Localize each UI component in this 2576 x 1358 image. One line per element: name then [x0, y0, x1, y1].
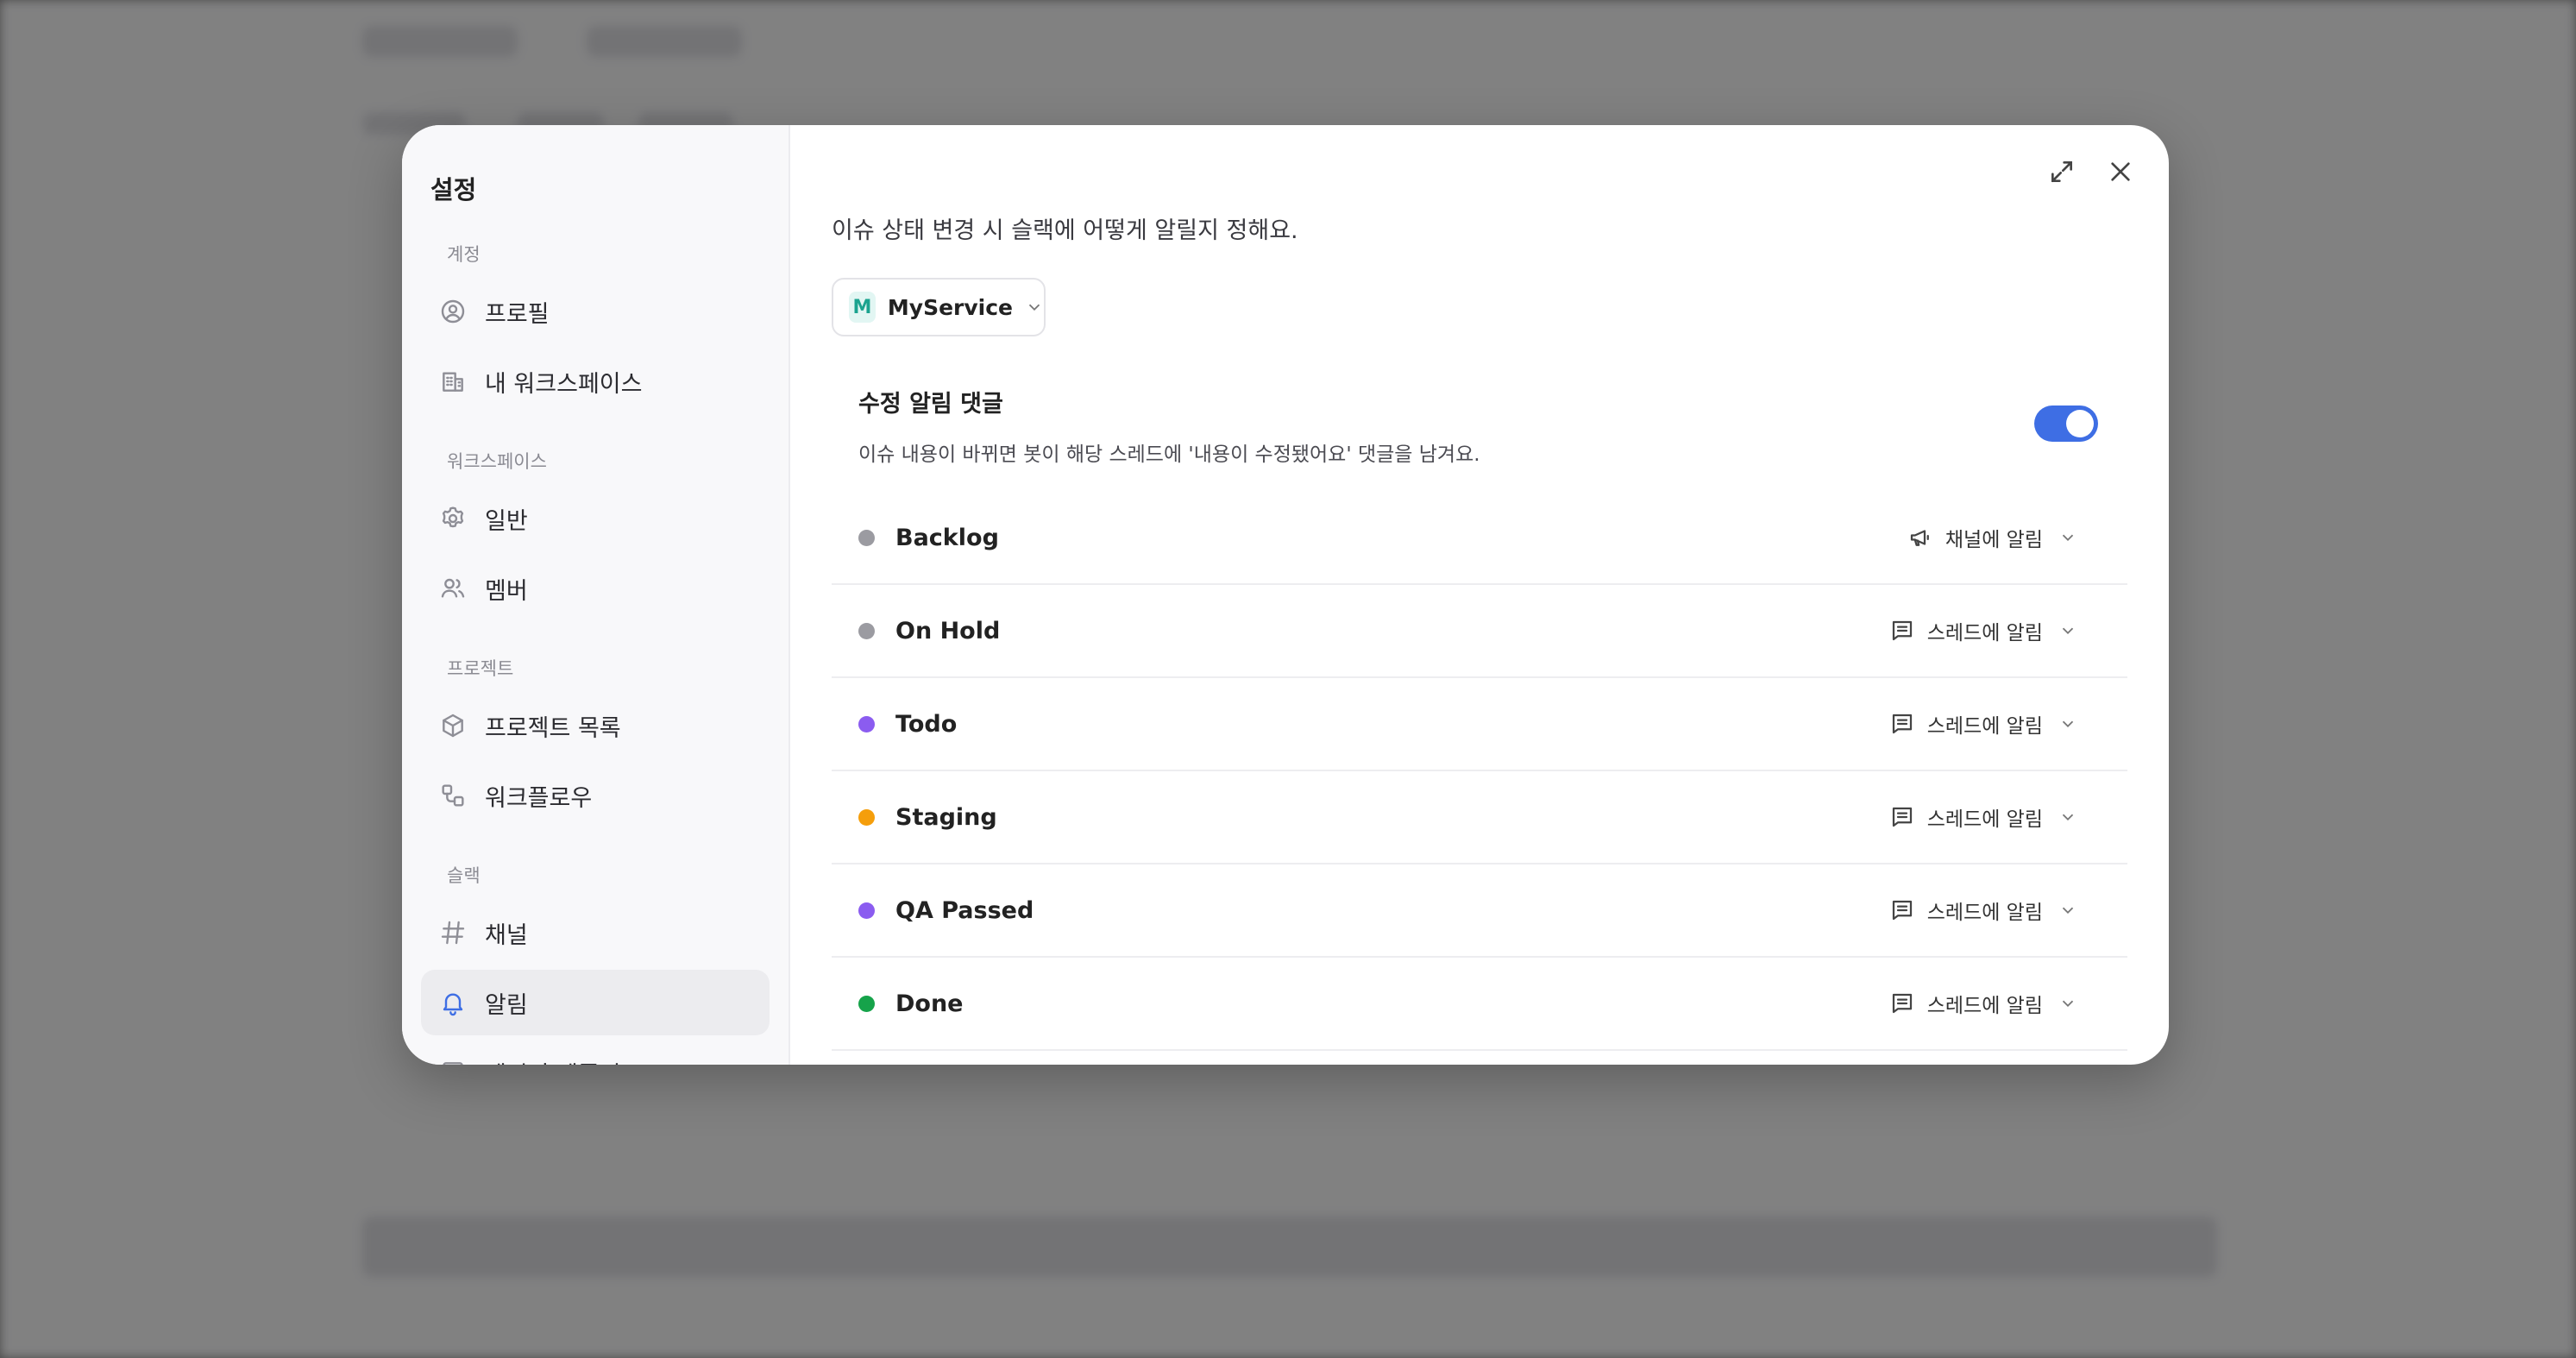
message-icon [1889, 618, 1915, 644]
notify-dropdown[interactable]: 스레드에 알림 [1889, 989, 2077, 1018]
status-row-backlog: Backlog 채널에 알림 [832, 492, 2127, 585]
notify-label: 스레드에 알림 [1926, 715, 2043, 738]
page-description: 이슈 상태 변경 시 슬랙에 어떻게 알릴지 정해요. [832, 217, 1298, 244]
bell-icon [438, 988, 468, 1017]
sidebar-item-label: 알림 [485, 991, 528, 1019]
notify-dropdown[interactable]: 스레드에 알림 [1889, 802, 2077, 832]
notify-label: 스레드에 알림 [1926, 622, 2043, 644]
message-icon [1889, 711, 1915, 737]
status-name: QA Passed [895, 896, 1034, 924]
status-row-todo: Todo 스레드에 알림 [832, 678, 2127, 771]
sidebar-item-profile[interactable]: 프로필 [421, 279, 770, 344]
sidebar-item-members[interactable]: 멤버 [421, 556, 770, 621]
section-label-workspace: 워크스페이스 [447, 451, 547, 472]
sidebar-item-my-workspace[interactable]: 내 워크스페이스 [421, 349, 770, 414]
edit-comment-toggle[interactable] [2034, 406, 2098, 442]
sidebar-item-label: 워크플로우 [485, 784, 593, 812]
building-icon [438, 367, 468, 396]
chevron-down-icon [2058, 808, 2077, 827]
expand-button[interactable] [2045, 154, 2079, 189]
status-name: On Hold [895, 617, 1001, 644]
service-dropdown[interactable]: M MyService [832, 278, 1046, 336]
notify-dropdown[interactable]: 스레드에 알림 [1889, 709, 2077, 739]
user-circle-icon [438, 297, 468, 326]
sidebar-item-message-template[interactable]: 메시지 템플릿 [421, 1040, 770, 1065]
notify-dropdown[interactable]: 채널에 알림 [1907, 523, 2077, 552]
chevron-down-icon [2058, 528, 2077, 547]
message-icon [1889, 990, 1915, 1016]
settings-content: 이슈 상태 변경 시 슬랙에 어떻게 알릴지 정해요. M MyService … [790, 125, 2169, 1065]
status-dot [858, 622, 875, 639]
notify-dropdown[interactable]: 스레드에 알림 [1889, 896, 2077, 925]
users-icon [438, 574, 468, 603]
status-dot [858, 529, 875, 546]
edit-comment-description: 이슈 내용이 바뀌면 봇이 해당 스레드에 '내용이 수정됐어요' 댓글을 남겨… [858, 443, 1480, 466]
sidebar-item-channel[interactable]: 채널 [421, 900, 770, 965]
status-row-staging: Staging 스레드에 알림 [832, 771, 2127, 864]
sidebar-item-project-list[interactable]: 프로젝트 목록 [421, 693, 770, 758]
chevron-down-icon [2058, 901, 2077, 920]
square-icon [438, 1058, 468, 1065]
megaphone-icon [1907, 525, 1933, 550]
sidebar-item-label: 내 워크스페이스 [485, 370, 643, 398]
section-label-project: 프로젝트 [447, 658, 514, 679]
modal-controls [2045, 154, 2138, 189]
close-button[interactable] [2103, 154, 2138, 189]
chevron-down-icon [2058, 714, 2077, 733]
notify-label: 스레드에 알림 [1926, 902, 2043, 924]
status-row-on-hold: On Hold 스레드에 알림 [832, 585, 2127, 678]
workflow-icon [438, 781, 468, 810]
sidebar-item-label: 프로젝트 목록 [485, 714, 621, 742]
sidebar-item-label: 메시지 템플릿 [485, 1056, 621, 1066]
chevron-down-icon [2058, 621, 2077, 640]
gear-icon [438, 504, 468, 533]
sidebar-item-label: 프로필 [485, 300, 550, 328]
section-label-slack: 슬랙 [447, 865, 481, 886]
cube-icon [438, 711, 468, 740]
status-dot [858, 808, 875, 826]
notify-label: 스레드에 알림 [1926, 995, 2043, 1017]
chevron-down-icon [1025, 298, 1044, 317]
status-name: Staging [895, 803, 997, 831]
settings-modal: 설정 계정 프로필 내 워크스페이스 워크스페이스 일반 멤버 프로젝트 프로젝… [402, 125, 2169, 1065]
service-name: MyService [887, 294, 1013, 320]
notify-label: 채널에 알림 [1945, 529, 2043, 551]
status-dot [858, 902, 875, 919]
section-label-account: 계정 [447, 244, 481, 265]
chevron-down-icon [2058, 994, 2077, 1013]
settings-sidebar: 설정 계정 프로필 내 워크스페이스 워크스페이스 일반 멤버 프로젝트 프로젝… [402, 125, 790, 1065]
hash-icon [438, 918, 468, 947]
close-icon [2111, 162, 2130, 181]
status-dot [858, 715, 875, 732]
status-name: Backlog [895, 524, 999, 551]
status-name: Todo [895, 710, 958, 738]
toggle-knob [2066, 410, 2094, 437]
edit-comment-title: 수정 알림 댓글 [858, 391, 1003, 418]
notify-dropdown[interactable]: 스레드에 알림 [1889, 616, 2077, 645]
sidebar-title: 설정 [430, 175, 477, 204]
notify-label: 스레드에 알림 [1926, 808, 2043, 831]
status-list: Backlog 채널에 알림 On Hold 스레드에 알림 Todo 스레드에… [832, 492, 2127, 1051]
status-name: Done [895, 990, 964, 1017]
message-icon [1889, 897, 1915, 923]
sidebar-item-notifications[interactable]: 알림 [421, 970, 770, 1035]
sidebar-item-label: 일반 [485, 507, 528, 535]
sidebar-item-workflow[interactable]: 워크플로우 [421, 763, 770, 828]
edit-comment-setting: 수정 알림 댓글 이슈 내용이 바뀌면 봇이 해당 스레드에 '내용이 수정됐어… [832, 385, 2127, 480]
expand-icon [2051, 161, 2072, 182]
status-dot [858, 995, 875, 1012]
status-row-done: Done 스레드에 알림 [832, 958, 2127, 1051]
service-avatar: M [849, 292, 876, 323]
status-row-qa-passed: QA Passed 스레드에 알림 [832, 864, 2127, 958]
sidebar-item-general[interactable]: 일반 [421, 486, 770, 551]
message-icon [1889, 804, 1915, 830]
sidebar-item-label: 채널 [485, 921, 528, 949]
sidebar-item-label: 멤버 [485, 577, 528, 605]
